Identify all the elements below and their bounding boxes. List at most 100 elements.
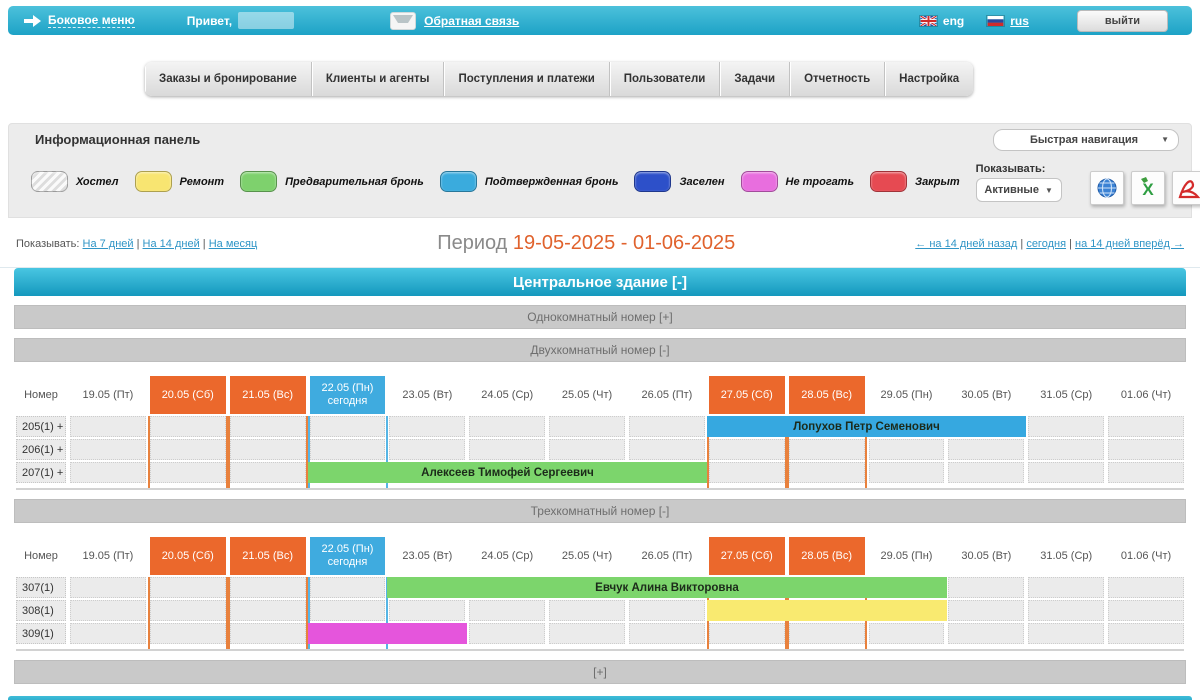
nav-tab-5[interactable]: Отчетность: [790, 62, 885, 96]
day-cell-5[interactable]: [469, 439, 545, 460]
room-label[interactable]: 309(1): [16, 623, 66, 644]
nav-tab-6[interactable]: Настройка: [885, 62, 973, 96]
day-cell-13[interactable]: [1108, 623, 1184, 644]
day-cell-9[interactable]: [789, 439, 865, 460]
day-cell-3[interactable]: [310, 577, 386, 598]
day-cell-0[interactable]: [70, 439, 146, 460]
day-cell-3[interactable]: [310, 416, 386, 437]
nav-tab-4[interactable]: Задачи: [720, 62, 790, 96]
side-menu-link[interactable]: Боковое меню: [48, 13, 135, 28]
logout-button[interactable]: выйти: [1077, 10, 1168, 32]
day-cell-1[interactable]: [150, 623, 226, 644]
day-cell-1[interactable]: [150, 462, 226, 483]
pdf-export-icon[interactable]: [1172, 171, 1200, 205]
day-cell-12[interactable]: [1028, 439, 1104, 460]
nav-tab-0[interactable]: Заказы и бронирование: [145, 62, 312, 96]
day-cell-1[interactable]: [150, 439, 226, 460]
quick-nav-select[interactable]: Быстрая навигация ▼: [993, 129, 1179, 151]
nav-tab-1[interactable]: Клиенты и агенты: [312, 62, 445, 96]
range-7-days-link[interactable]: На 7 дней: [83, 238, 134, 250]
day-cell-2[interactable]: [230, 462, 306, 483]
day-cell-1[interactable]: [150, 577, 226, 598]
day-cell-10[interactable]: [869, 439, 945, 460]
day-cell-11[interactable]: [948, 577, 1024, 598]
today-link[interactable]: сегодня: [1026, 238, 1066, 250]
day-cell-13[interactable]: [1108, 462, 1184, 483]
booking-bar[interactable]: [707, 600, 947, 621]
nav-tab-2[interactable]: Поступления и платежи: [444, 62, 609, 96]
day-cell-1[interactable]: [150, 600, 226, 621]
day-cell-12[interactable]: [1028, 623, 1104, 644]
back-14-days-link[interactable]: ← на 14 дней назад: [915, 238, 1017, 250]
section-collapsed-more[interactable]: [+]: [14, 660, 1186, 684]
day-cell-11[interactable]: [948, 439, 1024, 460]
day-cell-0[interactable]: [70, 577, 146, 598]
day-cell-7[interactable]: [629, 416, 705, 437]
range-month-link[interactable]: На месяц: [209, 238, 258, 250]
day-cell-6[interactable]: [549, 600, 625, 621]
room-label[interactable]: 207(1) +: [16, 462, 66, 483]
day-cell-3[interactable]: [310, 439, 386, 460]
day-cell-8[interactable]: [709, 623, 785, 644]
day-cell-13[interactable]: [1108, 600, 1184, 621]
booking-bar[interactable]: [308, 623, 467, 644]
show-filter-select[interactable]: Активные ▼: [976, 178, 1062, 202]
day-cell-12[interactable]: [1028, 416, 1104, 437]
html-export-icon[interactable]: [1090, 171, 1124, 205]
language-rus[interactable]: rus: [986, 14, 1029, 28]
day-cell-0[interactable]: [70, 600, 146, 621]
day-cell-13[interactable]: [1108, 577, 1184, 598]
day-cell-6[interactable]: [549, 623, 625, 644]
day-cell-4[interactable]: [389, 600, 465, 621]
day-cell-5[interactable]: [469, 600, 545, 621]
day-cell-6[interactable]: [549, 439, 625, 460]
day-cell-5[interactable]: [469, 416, 545, 437]
feedback-link[interactable]: Обратная связь: [424, 14, 519, 28]
section-one-room[interactable]: Однокомнатный номер [+]: [14, 305, 1186, 329]
day-cell-9[interactable]: [789, 462, 865, 483]
booking-bar[interactable]: Евчук Алина Викторовна: [387, 577, 947, 598]
day-cell-12[interactable]: [1028, 577, 1104, 598]
language-eng[interactable]: eng: [919, 14, 964, 28]
day-cell-2[interactable]: [230, 623, 306, 644]
day-cell-13[interactable]: [1108, 416, 1184, 437]
day-cell-0[interactable]: [70, 623, 146, 644]
day-cell-8[interactable]: [709, 462, 785, 483]
section-two-room[interactable]: Двухкомнатный номер [-]: [14, 338, 1186, 362]
day-cell-0[interactable]: [70, 462, 146, 483]
day-cell-2[interactable]: [230, 439, 306, 460]
room-label[interactable]: 307(1): [16, 577, 66, 598]
day-cell-10[interactable]: [869, 462, 945, 483]
room-label[interactable]: 206(1) +: [16, 439, 66, 460]
day-cell-7[interactable]: [629, 623, 705, 644]
day-cell-4[interactable]: [389, 416, 465, 437]
day-cell-1[interactable]: [150, 416, 226, 437]
day-cell-11[interactable]: [948, 462, 1024, 483]
excel-export-icon[interactable]: X: [1131, 171, 1165, 205]
day-cell-3[interactable]: [310, 600, 386, 621]
day-cell-7[interactable]: [629, 439, 705, 460]
day-cell-11[interactable]: [948, 600, 1024, 621]
day-cell-9[interactable]: [789, 623, 865, 644]
booking-bar[interactable]: Лопухов Петр Семенович: [707, 416, 1026, 437]
day-cell-0[interactable]: [70, 416, 146, 437]
day-cell-11[interactable]: [948, 623, 1024, 644]
day-cell-12[interactable]: [1028, 600, 1104, 621]
day-cell-2[interactable]: [230, 600, 306, 621]
day-cell-2[interactable]: [230, 577, 306, 598]
forward-14-days-link[interactable]: на 14 дней вперёд →: [1075, 238, 1184, 250]
day-cell-6[interactable]: [549, 416, 625, 437]
range-14-days-link[interactable]: На 14 дней: [143, 238, 200, 250]
day-cell-5[interactable]: [469, 623, 545, 644]
day-cell-7[interactable]: [629, 600, 705, 621]
room-label[interactable]: 205(1) +: [16, 416, 66, 437]
day-cell-8[interactable]: [709, 439, 785, 460]
nav-tab-3[interactable]: Пользователи: [610, 62, 721, 96]
day-cell-12[interactable]: [1028, 462, 1104, 483]
booking-bar[interactable]: Алексеев Тимофей Сергеевич: [308, 462, 707, 483]
building-header[interactable]: Центральное здание [-]: [14, 268, 1186, 296]
day-cell-4[interactable]: [389, 439, 465, 460]
day-cell-10[interactable]: [869, 623, 945, 644]
room-label[interactable]: 308(1): [16, 600, 66, 621]
section-three-room[interactable]: Трехкомнатный номер [-]: [14, 499, 1186, 523]
